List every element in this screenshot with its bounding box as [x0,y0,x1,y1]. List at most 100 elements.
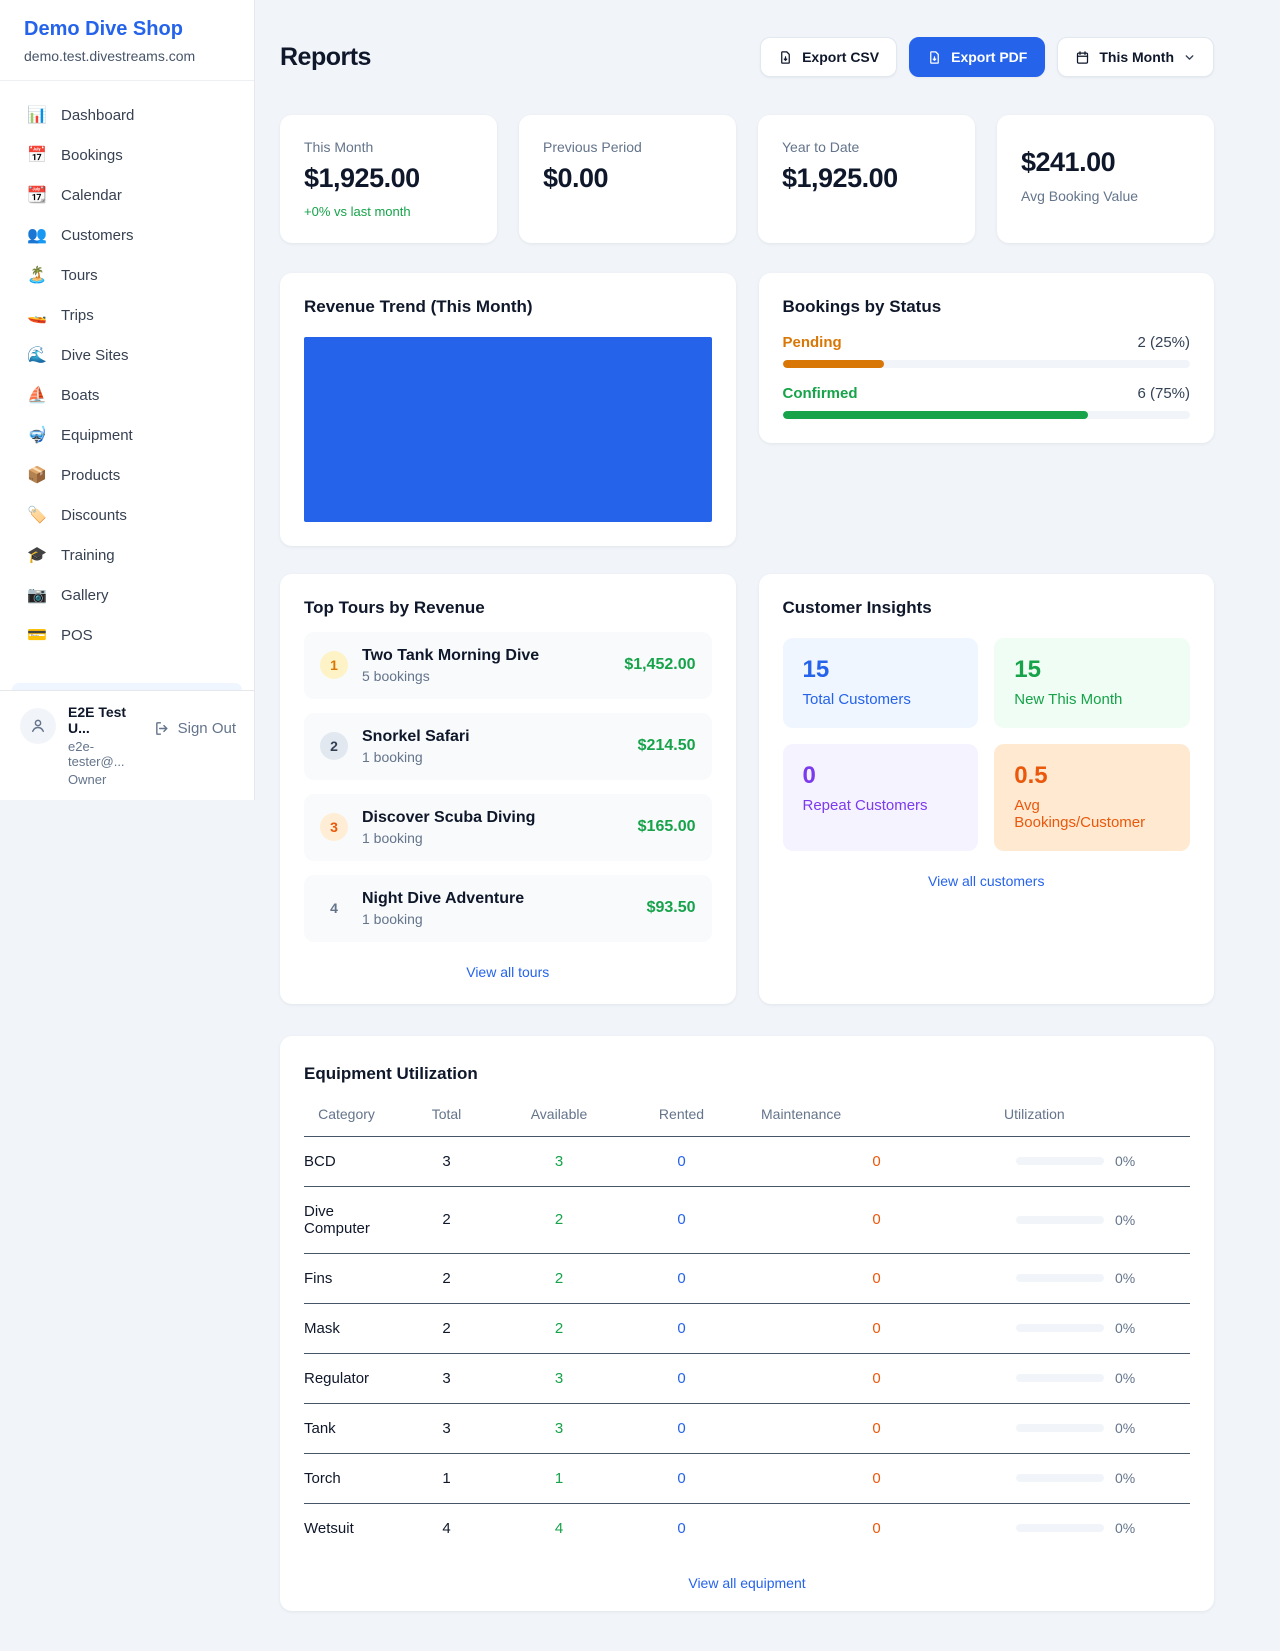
revenue-trend-card: Revenue Trend (This Month) [280,273,736,546]
sidebar-nav-item[interactable]: 📅 Bookings [14,135,240,175]
status-row-head: Confirmed 6 (75%) [783,385,1191,402]
equipment-maintenance: 0 [749,1453,1004,1503]
sidebar-nav-item[interactable]: 👥 Customers [14,215,240,255]
view-all-tours-link[interactable]: View all tours [304,964,712,980]
sidebar-nav-item[interactable]: 🚤 Trips [14,295,240,335]
bookings-by-status-title: Bookings by Status [783,297,1191,317]
sidebar-nav-item[interactable]: 🏷️ Discounts [14,495,240,535]
insight-value: 0 [803,762,959,790]
status-bar-track [783,411,1191,419]
equipment-column-header: Maintenance [749,1098,1004,1137]
tour-revenue: $214.50 [638,737,696,755]
utilization-bar-track [1016,1157,1104,1165]
sidebar-nav-item[interactable]: ⛵ Boats [14,375,240,415]
utilization-bar-track [1016,1524,1104,1532]
export-csv-label: Export CSV [802,49,879,65]
view-all-customers-link[interactable]: View all customers [783,873,1191,889]
equipment-rented: 0 [614,1253,749,1303]
equipment-available: 3 [504,1353,614,1403]
sidebar-nav-item[interactable]: 💳 POS [14,615,240,655]
equipment-available: 1 [504,1453,614,1503]
main-content: Reports Export CSV Export PDF [255,0,1280,1651]
utilization-wrap: 0% [1016,1520,1190,1536]
utilization-wrap: 0% [1016,1270,1190,1286]
equipment-utilization-cell: 0% [1004,1253,1190,1303]
shop-name: Demo Dive Shop [24,18,230,41]
stat-label: Year to Date [782,139,951,155]
utilization-percent: 0% [1115,1153,1135,1169]
status-row: Confirmed 6 (75%) [783,385,1191,419]
utilization-wrap: 0% [1016,1212,1190,1228]
period-dropdown[interactable]: This Month [1057,37,1214,77]
insight-card: 0.5 Avg Bookings/Customer [994,744,1190,851]
sidebar-nav-item[interactable]: 📊 Dashboard [14,95,240,135]
stat-label: Previous Period [543,139,712,155]
sidebar-header: Demo Dive Shop demo.test.divestreams.com [0,0,254,81]
nav-item-icon: 🌊 [26,345,48,365]
nav-item-label: Bookings [61,147,123,164]
customer-insights-title: Customer Insights [783,598,1191,618]
insight-value: 0.5 [1014,762,1170,790]
nav-active-item-partial[interactable] [12,683,242,690]
sidebar: Demo Dive Shop demo.test.divestreams.com… [0,0,255,800]
equipment-maintenance: 0 [749,1136,1004,1186]
insight-label: Avg Bookings/Customer [1014,797,1170,831]
page-title: Reports [280,43,371,72]
utilization-wrap: 0% [1016,1370,1190,1386]
sidebar-nav-item[interactable]: 🎓 Training [14,535,240,575]
equipment-table-body: BCD 3 3 0 0 0% [304,1136,1190,1553]
export-csv-button[interactable]: Export CSV [760,37,897,77]
insight-label: New This Month [1014,691,1170,708]
chevron-down-icon [1183,51,1196,64]
revenue-trend-chart [304,337,712,522]
export-pdf-button[interactable]: Export PDF [909,37,1045,77]
status-label: Pending [783,334,842,351]
export-pdf-label: Export PDF [951,49,1027,65]
sidebar-nav-item[interactable]: 📆 Calendar [14,175,240,215]
status-bars: Pending 2 (25%) Confirmed 6 (75%) [783,334,1191,419]
view-all-equipment-link[interactable]: View all equipment [304,1575,1190,1591]
equipment-maintenance: 0 [749,1186,1004,1253]
stat-card: $241.00 Avg Booking Value [997,115,1214,243]
status-row-head: Pending 2 (25%) [783,334,1191,351]
equipment-category: Fins [304,1253,389,1303]
nav-item-icon: 📦 [26,465,48,485]
insight-card: 15 Total Customers [783,638,979,728]
utilization-bar-track [1016,1274,1104,1282]
tour-revenue: $165.00 [638,818,696,836]
insight-cards: 15 Total Customers 15 New This Month 0 R… [783,638,1191,851]
equipment-utilization-title: Equipment Utilization [304,1064,1190,1084]
stat-value: $1,925.00 [304,163,473,194]
equipment-category: Regulator [304,1353,389,1403]
sidebar-nav-item[interactable]: 🌊 Dive Sites [14,335,240,375]
stat-card: Year to Date $1,925.00 [758,115,975,243]
nav-item-icon: 📊 [26,105,48,125]
equipment-row: BCD 3 3 0 0 0% [304,1136,1190,1186]
sign-out-icon [154,720,171,737]
sidebar-nav-item[interactable]: 📷 Gallery [14,575,240,615]
status-bar-track [783,360,1191,368]
equipment-category: BCD [304,1136,389,1186]
equipment-total: 2 [389,1303,504,1353]
nav-item-icon: 🤿 [26,425,48,445]
equipment-rented: 0 [614,1503,749,1553]
insight-card: 0 Repeat Customers [783,744,979,851]
equipment-utilization-cell: 0% [1004,1186,1190,1253]
stat-card: This Month $1,925.00 +0% vs last month [280,115,497,243]
sidebar-nav-item[interactable]: 🤿 Equipment [14,415,240,455]
nav-item-icon: 🎓 [26,545,48,565]
status-count: 6 (75%) [1137,385,1190,402]
utilization-percent: 0% [1115,1520,1135,1536]
sign-out-button[interactable]: Sign Out [154,720,236,737]
sidebar-nav-item[interactable]: 📦 Products [14,455,240,495]
stat-value: $1,925.00 [782,163,951,194]
equipment-category: Torch [304,1453,389,1503]
tour-name: Two Tank Morning Dive [362,647,610,665]
tour-bookings: 1 booking [362,830,624,846]
bookings-by-status-card: Bookings by Status Pending 2 (25%) [759,273,1215,443]
insights-row: Top Tours by Revenue 1 Two Tank Morning … [280,574,1214,1004]
sidebar-nav-item[interactable]: 🏝️ Tours [14,255,240,295]
stat-cards: This Month $1,925.00 +0% vs last month P… [280,115,1214,243]
nav-item-icon: 🏝️ [26,265,48,285]
user-avatar [20,708,56,744]
